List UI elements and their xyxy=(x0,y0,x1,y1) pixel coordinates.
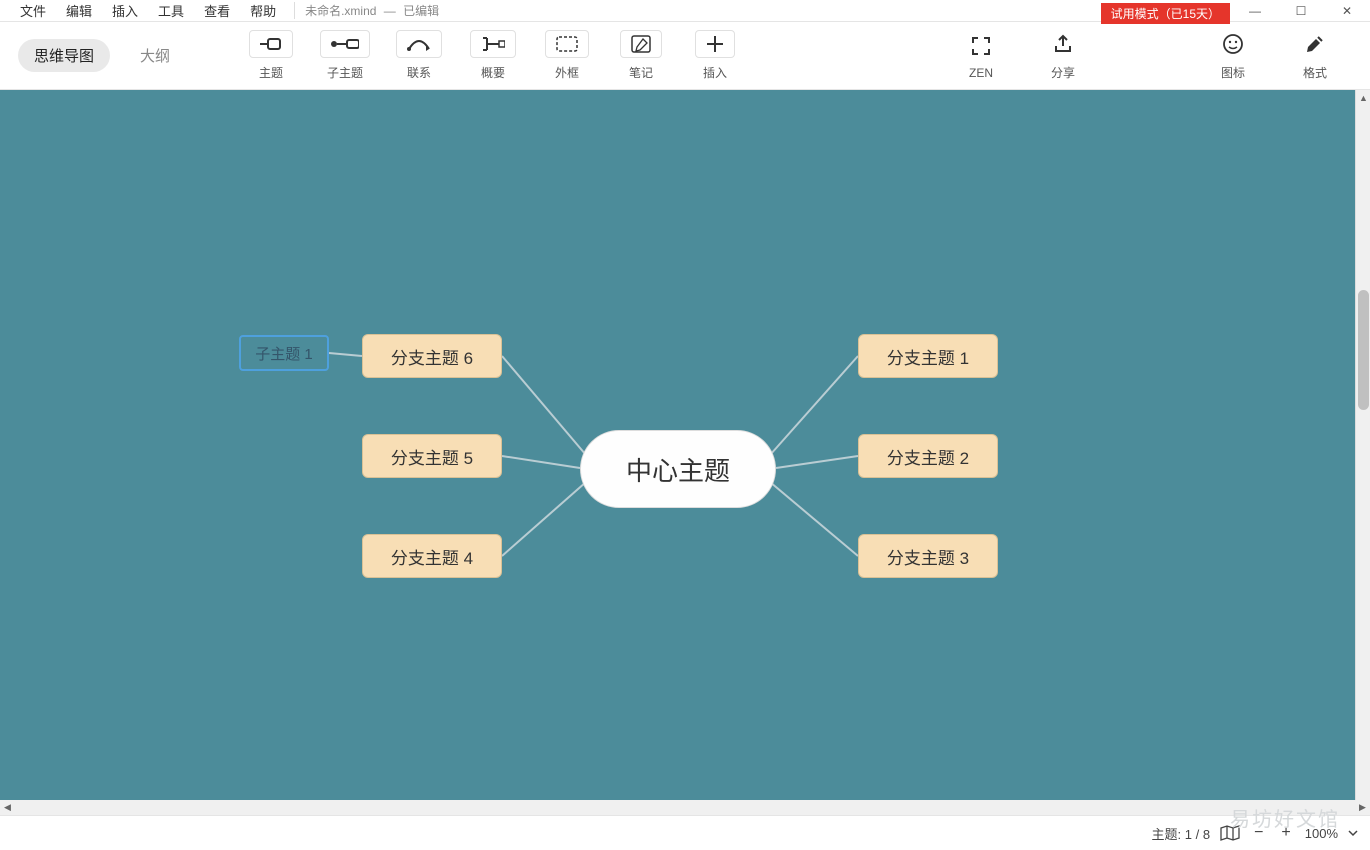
format-label: 格式 xyxy=(1303,64,1327,81)
share-icon xyxy=(1053,30,1073,58)
canvas-area: 中心主题 分支主题 1 分支主题 2 分支主题 3 分支主题 4 分支主题 5 … xyxy=(0,90,1370,815)
branch-2[interactable]: 分支主题 2 xyxy=(858,434,998,478)
brush-icon xyxy=(1304,30,1326,58)
format-button[interactable]: 格式 xyxy=(1278,26,1352,86)
subtopic-label: 子主题 xyxy=(327,64,363,81)
scroll-right-icon[interactable]: ▶ xyxy=(1355,800,1370,815)
relation-icon xyxy=(396,30,442,58)
mindmap-canvas[interactable]: 中心主题 分支主题 1 分支主题 2 分支主题 3 分支主题 4 分支主题 5 … xyxy=(0,90,1355,810)
insert-label: 插入 xyxy=(703,64,727,81)
boundary-button[interactable]: 外框 xyxy=(530,26,604,86)
minimize-button[interactable]: — xyxy=(1232,0,1278,22)
menu-file[interactable]: 文件 xyxy=(10,1,56,20)
summary-label: 概要 xyxy=(481,64,505,81)
topic-icon xyxy=(249,30,293,58)
insert-button[interactable]: 插入 xyxy=(678,26,752,86)
branch-1[interactable]: 分支主题 1 xyxy=(858,334,998,378)
close-button[interactable]: ✕ xyxy=(1324,0,1370,22)
filename: 未命名.xmind xyxy=(305,4,376,18)
branch-5[interactable]: 分支主题 5 xyxy=(362,434,502,478)
tab-mindmap[interactable]: 思维导图 xyxy=(18,39,110,72)
center-topic[interactable]: 中心主题 xyxy=(580,430,776,508)
relation-label: 联系 xyxy=(407,64,431,81)
zen-button[interactable]: ZEN xyxy=(944,26,1018,86)
vertical-scrollbar[interactable]: ▲ ▼ xyxy=(1355,90,1370,810)
file-status: 已编辑 xyxy=(403,4,439,18)
zen-label: ZEN xyxy=(969,66,993,80)
boundary-icon xyxy=(545,30,589,58)
trial-banner[interactable]: 试用模式（已15天） xyxy=(1101,3,1230,24)
scroll-thumb[interactable] xyxy=(1358,290,1369,410)
note-label: 笔记 xyxy=(629,64,653,81)
relation-button[interactable]: 联系 xyxy=(382,26,456,86)
branch-4[interactable]: 分支主题 4 xyxy=(362,534,502,578)
tab-outline[interactable]: 大纲 xyxy=(124,39,186,72)
topic-button[interactable]: 主题 xyxy=(234,26,308,86)
plus-icon xyxy=(695,30,735,58)
share-label: 分享 xyxy=(1051,64,1075,81)
subtopic-1-selected[interactable]: 子主题 1 xyxy=(239,335,329,371)
boundary-label: 外框 xyxy=(555,64,579,81)
branch-6[interactable]: 分支主题 6 xyxy=(362,334,502,378)
window-controls: — ☐ ✕ xyxy=(1232,0,1370,22)
topic-counter: 主题: 1 / 8 xyxy=(1152,824,1211,843)
menu-insert[interactable]: 插入 xyxy=(102,1,148,20)
maximize-button[interactable]: ☐ xyxy=(1278,0,1324,22)
toolbar: 思维导图 大纲 主题 子主题 联系 概要 xyxy=(0,22,1370,90)
statusbar: 易坊好文馆 主题: 1 / 8 − + 100% xyxy=(0,815,1370,850)
menu-help[interactable]: 帮助 xyxy=(240,1,286,20)
horizontal-scrollbar[interactable]: ◀ ▶ xyxy=(0,800,1370,815)
subtopic-button[interactable]: 子主题 xyxy=(308,26,382,86)
icons-label: 图标 xyxy=(1221,64,1245,81)
fullscreen-icon xyxy=(971,32,991,60)
note-button[interactable]: 笔记 xyxy=(604,26,678,86)
topic-label: 主题 xyxy=(259,64,283,81)
icons-button[interactable]: 图标 xyxy=(1196,26,1270,86)
chevron-down-icon[interactable] xyxy=(1348,829,1358,837)
share-button[interactable]: 分享 xyxy=(1026,26,1100,86)
menu-edit[interactable]: 编辑 xyxy=(56,1,102,20)
menu-view[interactable]: 查看 xyxy=(194,1,240,20)
scroll-left-icon[interactable]: ◀ xyxy=(0,800,15,815)
menu-tools[interactable]: 工具 xyxy=(148,1,194,20)
scroll-up-icon[interactable]: ▲ xyxy=(1356,90,1370,105)
file-info: 未命名.xmind — 已编辑 xyxy=(294,2,439,19)
branch-3[interactable]: 分支主题 3 xyxy=(858,534,998,578)
watermark: 易坊好文馆 xyxy=(1230,803,1340,832)
subtopic-icon xyxy=(320,30,370,58)
summary-button[interactable]: 概要 xyxy=(456,26,530,86)
menubar: 文件 编辑 插入 工具 查看 帮助 未命名.xmind — 已编辑 试用模式（已… xyxy=(0,0,1370,22)
smiley-icon xyxy=(1222,30,1244,58)
note-icon xyxy=(620,30,662,58)
summary-icon xyxy=(470,30,516,58)
